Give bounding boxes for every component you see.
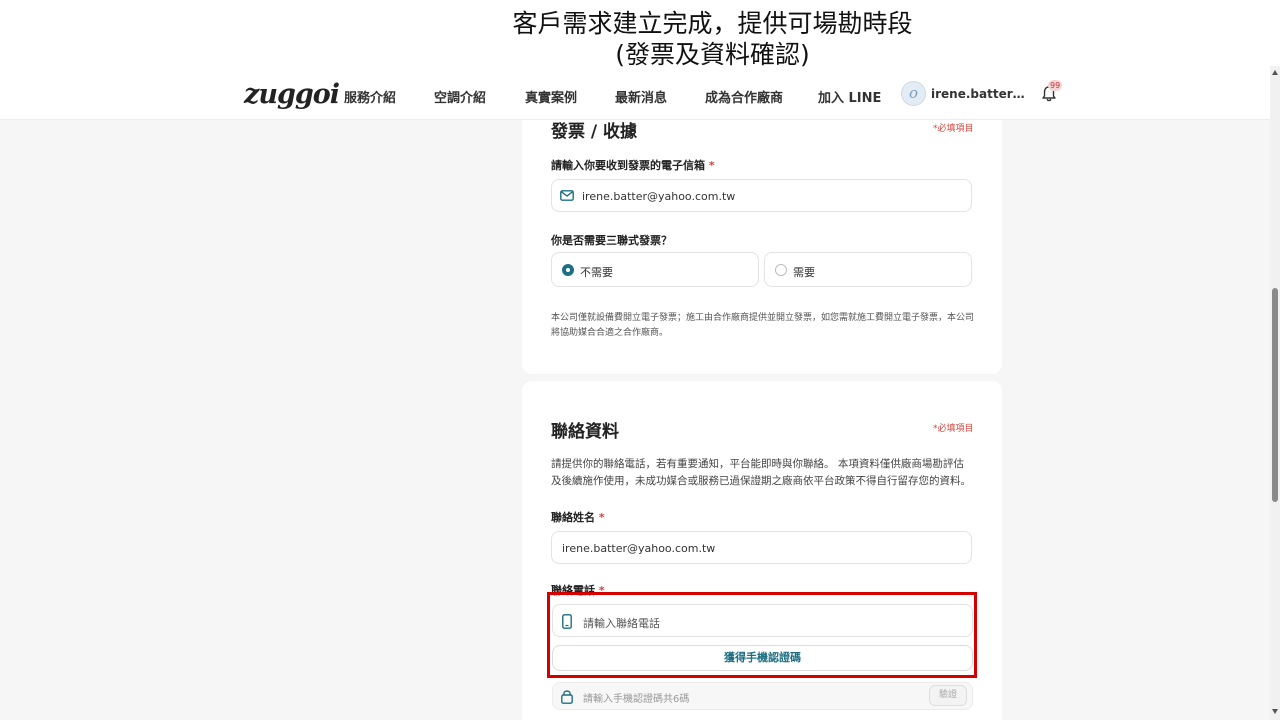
nav-item-line[interactable]: 加入 LINE (818, 87, 881, 106)
scroll-up-arrow[interactable] (1272, 70, 1278, 75)
option-yes-label: 需要 (793, 266, 815, 279)
email-label: 請輸入你要收到發票的電子信箱 * (551, 159, 715, 172)
site-logo[interactable]: zuggoi (244, 79, 340, 110)
option-yes[interactable]: 需要 (764, 252, 972, 287)
verification-code-field[interactable]: 請輸入手機認證碼共6碼 (552, 682, 973, 710)
nav-item-cases[interactable]: 真實案例 (525, 87, 577, 106)
radio-no[interactable] (562, 264, 574, 276)
contact-title: 聯絡資料 (551, 422, 619, 442)
nav-item-news[interactable]: 最新消息 (615, 87, 667, 106)
nav-item-partner[interactable]: 成為合作廠商 (705, 87, 783, 106)
invoice-title: 發票 / 收據 (551, 122, 638, 142)
nav-item-aircon[interactable]: 空調介紹 (434, 87, 486, 106)
contact-description: 請提供你的聯絡電話，若有重要通知，平台能即時與你聯絡。 本項資料僅供廠商場勘評估… (551, 458, 971, 487)
code-placeholder: 請輸入手機認證碼共6碼 (583, 694, 690, 705)
highlight-annotation-box (547, 592, 977, 678)
caption-line-2: (發票及資料確認) (615, 40, 810, 69)
notification-badge: 99 (1048, 80, 1063, 91)
verify-button[interactable]: 驗證 (929, 685, 967, 706)
lock-icon (561, 690, 573, 704)
user-name[interactable]: irene.batter@yah… (931, 87, 1029, 101)
option-no-label: 不需要 (580, 266, 613, 279)
name-value: irene.batter@yahoo.com.tw (562, 542, 716, 555)
scroll-down-arrow[interactable] (1272, 709, 1278, 714)
contact-required-note: *必填項目 (933, 424, 974, 434)
scrollbar-thumb[interactable] (1272, 288, 1278, 502)
invoice-note: 本公司僅就設備費開立電子發票；施工由合作廠商提供並開立發票，如您需就施工費開立電… (551, 313, 975, 338)
radio-yes[interactable] (775, 264, 787, 276)
top-navbar: zuggoi 服務介紹 空調介紹 真實案例 最新消息 成為合作廠商 加入 LIN… (0, 74, 1270, 120)
slide-caption: 客戶需求建立完成，提供可場勘時段 (發票及資料確認) (0, 8, 1280, 70)
email-field[interactable]: irene.batter@yahoo.com.tw (551, 179, 972, 212)
avatar[interactable]: o (901, 81, 926, 106)
email-icon (560, 190, 574, 201)
nav-item-services[interactable]: 服務介紹 (344, 87, 396, 106)
email-value: irene.batter@yahoo.com.tw (582, 190, 736, 203)
option-no[interactable]: 不需要 (551, 252, 759, 287)
triplicate-label: 你是否需要三聯式發票？ (551, 234, 672, 247)
name-field[interactable]: irene.batter@yahoo.com.tw (551, 531, 972, 564)
caption-line-1: 客戶需求建立完成，提供可場勘時段 (512, 9, 913, 38)
name-label: 聯絡姓名 * (551, 511, 605, 524)
invoice-required-note: *必填項目 (933, 124, 974, 134)
